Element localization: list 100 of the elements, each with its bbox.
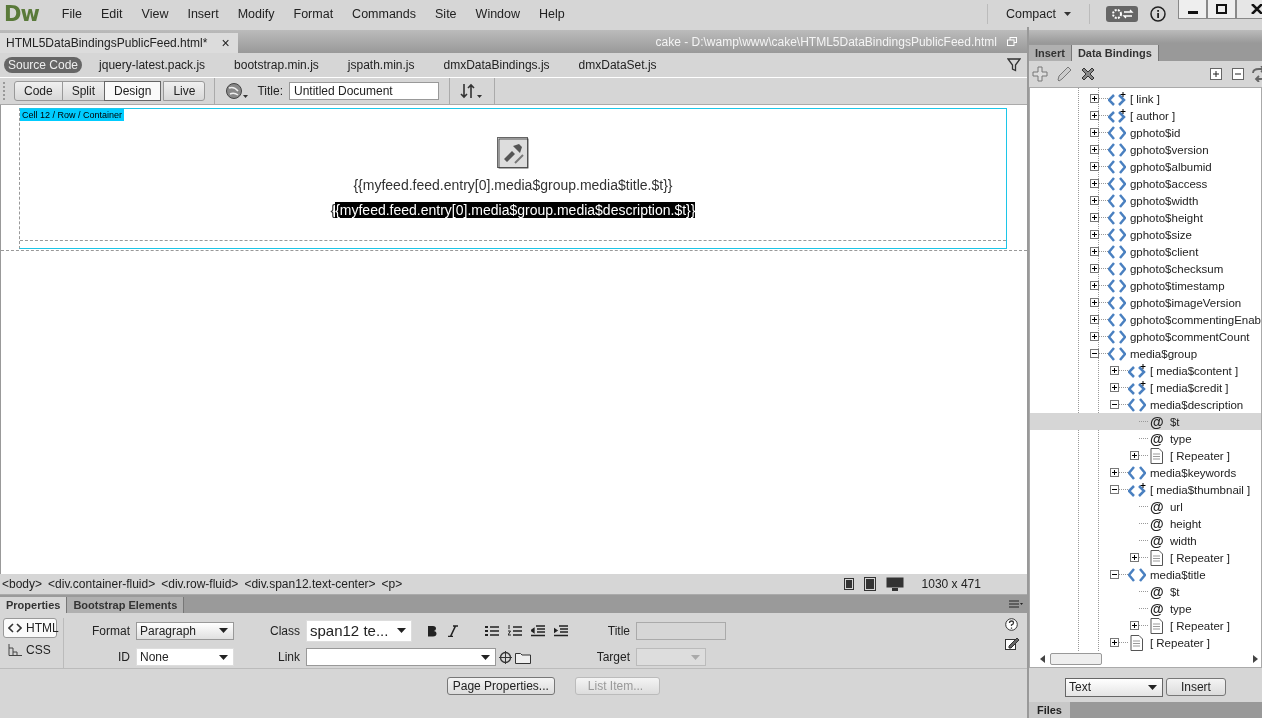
menu-item[interactable]: Site — [426, 6, 467, 21]
expand-icon[interactable] — [1089, 247, 1099, 256]
phone-size-icon[interactable] — [843, 578, 854, 590]
italic-icon[interactable] — [447, 624, 459, 637]
menu-item[interactable]: File — [52, 6, 92, 21]
id-dropdown[interactable]: None — [136, 648, 234, 667]
expand-icon[interactable] — [1109, 366, 1119, 375]
menu-item[interactable]: Window — [466, 6, 531, 21]
scroll-left-icon[interactable] — [1039, 655, 1046, 663]
expand-icon[interactable] — [1089, 230, 1099, 239]
expand-icon[interactable] — [1109, 638, 1119, 647]
dialog-button[interactable]: Page Properties... — [446, 677, 555, 695]
tree-item[interactable]: [ media$credit ] — [1149, 381, 1229, 394]
format-dropdown[interactable]: Paragraph — [136, 621, 234, 640]
expand-icon[interactable] — [1089, 332, 1099, 341]
title-field[interactable] — [636, 621, 726, 640]
tree-item[interactable]: [ Repeater ] — [1149, 636, 1210, 649]
expand-icon[interactable] — [1129, 553, 1139, 562]
workspace-switcher[interactable]: Compact — [997, 6, 1079, 21]
point-to-file-icon[interactable] — [499, 650, 512, 664]
tree-item[interactable]: [ Repeater ] — [1169, 551, 1230, 564]
tree-item[interactable]: gphoto$width — [1129, 194, 1199, 207]
tree-item[interactable]: gphoto$version — [1129, 143, 1209, 156]
tree-item[interactable]: [ author ] — [1129, 109, 1176, 122]
class-dropdown[interactable]: span12 te... — [306, 619, 412, 642]
binding-text[interactable]: {{myfeed.feed.entry[0].media$group.media$title.$t}} — [353, 176, 673, 195]
restore-icon[interactable] — [1006, 37, 1017, 46]
expand-icon[interactable] — [1089, 196, 1099, 205]
menu-item[interactable]: Modify — [228, 6, 285, 21]
tree-item[interactable]: [ media$content ] — [1149, 364, 1239, 377]
panel-tab[interactable]: Properties — [0, 597, 68, 613]
view-button[interactable]: Split — [61, 81, 106, 101]
element-tag-label[interactable]: Cell 12 / Row / Container — [20, 109, 125, 121]
maximize-button[interactable] — [1207, 0, 1236, 19]
tag-selector[interactable]: <body> — [0, 577, 43, 591]
related-file[interactable]: jspath.min.js — [343, 57, 419, 73]
bold-icon[interactable] — [426, 624, 438, 637]
insert-button[interactable]: Insert — [1165, 678, 1226, 696]
tree-item[interactable]: gphoto$commentCount — [1129, 330, 1250, 343]
tree-item[interactable]: media$keywords — [1149, 466, 1237, 479]
scrollbar-thumb[interactable] — [1049, 653, 1102, 665]
tree-item[interactable]: [ link ] — [1129, 92, 1160, 105]
bulleted-list-icon[interactable] — [485, 624, 499, 637]
collapse-all-icon[interactable] — [1232, 68, 1244, 80]
menu-item[interactable]: Insert — [178, 6, 229, 21]
menu-item[interactable]: View — [132, 6, 179, 21]
related-file[interactable]: dmxDataSet.js — [574, 57, 661, 73]
expand-icon[interactable] — [1089, 94, 1099, 103]
panel-tab[interactable]: Data Bindings — [1071, 45, 1159, 61]
menu-item[interactable]: Help — [530, 6, 575, 21]
tree-item[interactable]: [ Repeater ] — [1169, 449, 1230, 462]
tag-selector[interactable]: <div.span12.text-center> — [242, 577, 376, 591]
tree-item[interactable]: type — [1169, 602, 1192, 615]
tree-item[interactable]: gphoto$timestamp — [1129, 279, 1225, 292]
collapse-icon[interactable] — [1109, 400, 1119, 409]
help-icon[interactable] — [1004, 618, 1018, 631]
minimize-button[interactable] — [1178, 0, 1207, 19]
filter-icon[interactable] — [1006, 58, 1021, 72]
file-transfer-icon[interactable] — [459, 82, 484, 100]
tree-item[interactable]: media$title — [1149, 568, 1206, 581]
tree-item[interactable]: gphoto$albumid — [1129, 160, 1212, 173]
tree-item[interactable]: gphoto$access — [1129, 177, 1208, 190]
tree-item[interactable]: type — [1169, 432, 1192, 445]
collapse-icon[interactable] — [1109, 570, 1119, 579]
tree-item[interactable]: gphoto$checksum — [1129, 262, 1224, 275]
tree-item[interactable]: gphoto$size — [1129, 228, 1192, 241]
expand-icon[interactable] — [1089, 315, 1099, 324]
tree-item[interactable]: gphoto$commentingEnab — [1129, 313, 1261, 326]
panel-tab[interactable]: Insert — [1028, 45, 1072, 61]
scroll-right-icon[interactable] — [1252, 655, 1258, 663]
expand-icon[interactable] — [1109, 468, 1119, 477]
tablet-size-icon[interactable] — [863, 577, 876, 591]
expand-icon[interactable] — [1109, 383, 1119, 392]
tree-item[interactable]: [ media$thumbnail ] — [1149, 483, 1251, 496]
expand-icon[interactable] — [1089, 179, 1099, 188]
related-file[interactable]: bootstrap.min.js — [230, 57, 323, 73]
tree-item[interactable]: gphoto$client — [1129, 245, 1199, 258]
delete-icon[interactable] — [1079, 66, 1096, 82]
tree-item[interactable]: media$group — [1129, 347, 1198, 360]
tree-item[interactable]: gphoto$imageVersion — [1129, 296, 1242, 309]
outdent-icon[interactable] — [531, 624, 545, 637]
tag-selector[interactable]: <p> — [379, 577, 403, 591]
expand-icon[interactable] — [1089, 145, 1099, 154]
tree-item[interactable]: $t — [1169, 585, 1180, 598]
tree-item[interactable]: gphoto$id — [1129, 126, 1181, 139]
document-tab[interactable]: HTML5DataBindingsPublicFeed.html* × — [0, 33, 238, 53]
expand-icon[interactable] — [1089, 281, 1099, 290]
expand-icon[interactable] — [1089, 298, 1099, 307]
tree-item[interactable]: width — [1169, 534, 1197, 547]
mode-button[interactable]: CSS — [3, 640, 57, 660]
pencil-icon[interactable] — [1055, 66, 1072, 82]
view-button[interactable]: Design — [104, 81, 162, 101]
menu-item[interactable]: Format — [284, 6, 344, 21]
indent-icon[interactable] — [554, 624, 568, 637]
collapse-icon[interactable] — [1109, 485, 1119, 494]
quick-tag-editor-icon[interactable] — [1004, 636, 1019, 650]
panel-tab[interactable]: Files — [1028, 702, 1070, 718]
tag-selector[interactable]: <div.row-fluid> — [159, 577, 239, 591]
close-tab-button[interactable]: × — [221, 35, 230, 51]
panel-menu-icon[interactable] — [1008, 600, 1023, 608]
